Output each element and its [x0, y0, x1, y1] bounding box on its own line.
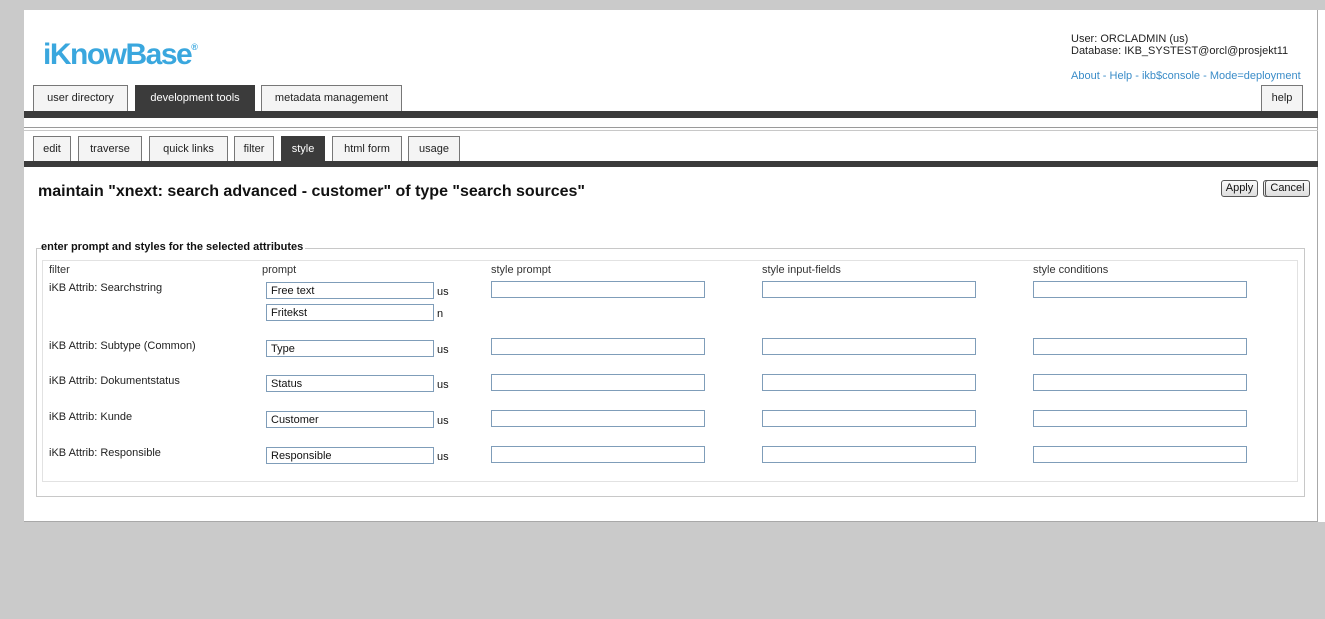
subtab-usage[interactable]: usage — [408, 136, 460, 162]
lang-code: us — [437, 286, 449, 298]
style-prompt-input[interactable] — [491, 338, 705, 355]
prompt-input-responsible-us[interactable] — [266, 447, 434, 464]
style-conditions-input[interactable] — [1033, 374, 1247, 391]
fieldset-legend: enter prompt and styles for the selected… — [41, 241, 306, 253]
column-header-prompt: prompt — [262, 264, 297, 276]
apply-button[interactable]: Apply — [1221, 180, 1258, 197]
tab-help[interactable]: help — [1261, 85, 1303, 111]
link-separator: - — [1200, 70, 1210, 82]
subtab-edit[interactable]: edit — [33, 136, 71, 162]
style-prompt-input[interactable] — [491, 281, 705, 298]
style-input-fields-input[interactable] — [762, 446, 976, 463]
page-background-bottom — [24, 522, 1325, 619]
row-label-kunde: iKB Attrib: Kunde — [49, 411, 133, 423]
row-label-subtype: iKB Attrib: Subtype (Common) — [49, 340, 196, 352]
subtab-filter[interactable]: filter — [234, 136, 274, 162]
row-label-responsible: iKB Attrib: Responsible — [49, 447, 161, 459]
lang-code: us — [437, 415, 449, 427]
prompt-input-searchstring-n[interactable] — [266, 304, 434, 321]
cancel-button[interactable]: Cancel — [1265, 180, 1310, 197]
console-link[interactable]: ikb$console — [1142, 70, 1200, 82]
style-conditions-input[interactable] — [1033, 281, 1247, 298]
subtab-style[interactable]: style — [281, 136, 325, 162]
lang-code: us — [437, 379, 449, 391]
style-conditions-input[interactable] — [1033, 338, 1247, 355]
style-input-fields-input[interactable] — [762, 410, 976, 427]
link-separator: - — [1132, 70, 1142, 82]
column-header-style-input-fields: style input-fields — [762, 264, 841, 276]
style-conditions-input[interactable] — [1033, 410, 1247, 427]
divider — [24, 130, 1318, 131]
about-link[interactable]: About — [1071, 70, 1100, 82]
style-input-fields-input[interactable] — [762, 281, 976, 298]
page-title: maintain "xnext: search advanced - custo… — [38, 183, 585, 200]
panel-border — [24, 521, 1318, 522]
subtab-quick-links[interactable]: quick links — [149, 136, 228, 162]
lang-code: us — [437, 344, 449, 356]
mode-link[interactable]: Mode=deployment — [1210, 70, 1301, 82]
page-background-top — [6, 0, 1325, 10]
column-header-style-prompt: style prompt — [491, 264, 551, 276]
sub-tab-bar — [24, 161, 1318, 167]
column-header-filter: filter — [49, 264, 70, 276]
logo-text: iKnowBase — [43, 38, 193, 71]
tab-user-directory[interactable]: user directory — [33, 85, 128, 111]
lang-code: n — [437, 308, 444, 320]
help-link[interactable]: Help — [1110, 70, 1133, 82]
subtab-traverse[interactable]: traverse — [78, 136, 142, 162]
prompt-input-kunde-us[interactable] — [266, 411, 434, 428]
user-links: About - Help - ikb$console - Mode=deploy… — [1071, 70, 1301, 82]
link-separator: - — [1099, 70, 1110, 82]
divider — [24, 127, 1318, 128]
user-line: User: ORCLADMIN (us) — [1071, 33, 1189, 45]
main-tab-bar — [24, 111, 1318, 118]
tab-metadata-management[interactable]: metadata management — [261, 85, 402, 111]
page-background-left — [6, 10, 24, 619]
prompt-input-subtype-us[interactable] — [266, 340, 434, 357]
style-prompt-input[interactable] — [491, 410, 705, 427]
style-prompt-input[interactable] — [491, 446, 705, 463]
prompt-input-dokumentstatus-us[interactable] — [266, 375, 434, 392]
lang-code: us — [437, 451, 449, 463]
style-prompt-input[interactable] — [491, 374, 705, 391]
style-input-fields-input[interactable] — [762, 374, 976, 391]
subtab-html-form[interactable]: html form — [332, 136, 402, 162]
column-header-style-conditions: style conditions — [1033, 264, 1109, 276]
prompt-input-searchstring-us[interactable] — [266, 282, 434, 299]
style-input-fields-input[interactable] — [762, 338, 976, 355]
row-label-searchstring: iKB Attrib: Searchstring — [49, 282, 163, 294]
logo: iKnowBase® — [43, 38, 198, 72]
row-label-dokumentstatus: iKB Attrib: Dokumentstatus — [49, 375, 180, 387]
style-conditions-input[interactable] — [1033, 446, 1247, 463]
panel-border-right — [1317, 10, 1318, 522]
tab-development-tools[interactable]: development tools — [135, 85, 255, 111]
user-info: User: ORCLADMIN (us) Database: IKB_SYSTE… — [1071, 33, 1288, 57]
logo-registered-mark: ® — [191, 42, 198, 52]
database-line: Database: IKB_SYSTEST@orcl@prosjekt11 — [1071, 45, 1289, 57]
